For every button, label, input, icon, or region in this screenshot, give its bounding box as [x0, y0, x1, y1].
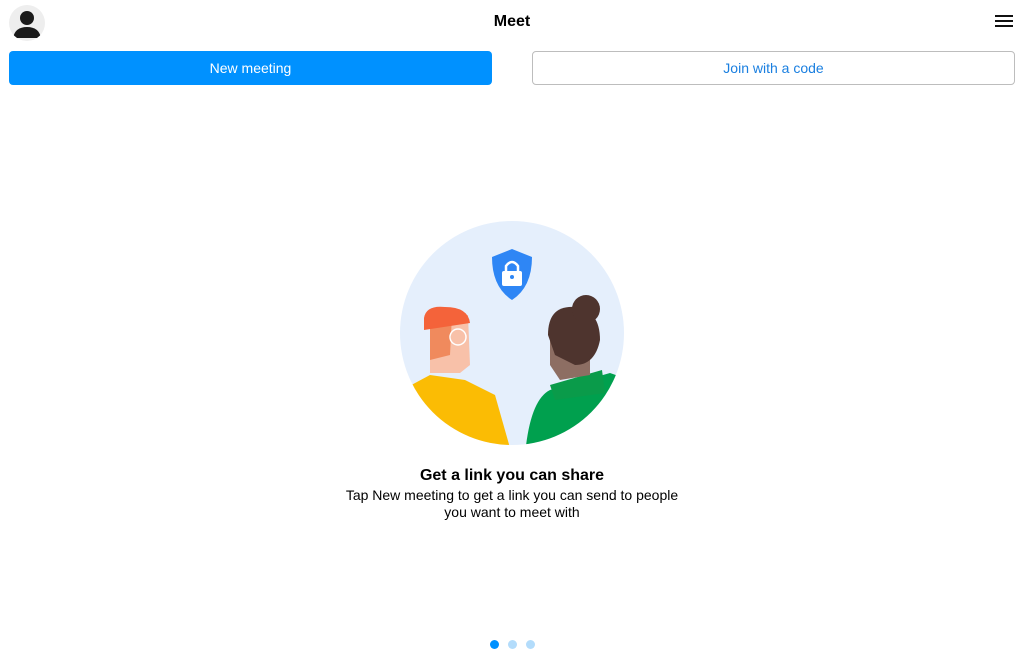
pager-dot-1[interactable]	[490, 640, 499, 649]
new-meeting-button[interactable]: New meeting	[9, 51, 492, 85]
page-title: Meet	[493, 13, 531, 30]
hamburger-menu-icon[interactable]	[995, 15, 1013, 29]
pager-dots	[490, 640, 535, 649]
join-with-code-button[interactable]: Join with a code	[532, 51, 1015, 85]
onboarding-description: Tap New meeting to get a link you can se…	[345, 487, 679, 520]
pager-dot-2[interactable]	[508, 640, 517, 649]
onboarding-illustration	[400, 221, 624, 445]
pager-dot-3[interactable]	[526, 640, 535, 649]
onboarding-heading: Get a link you can share	[419, 467, 605, 484]
